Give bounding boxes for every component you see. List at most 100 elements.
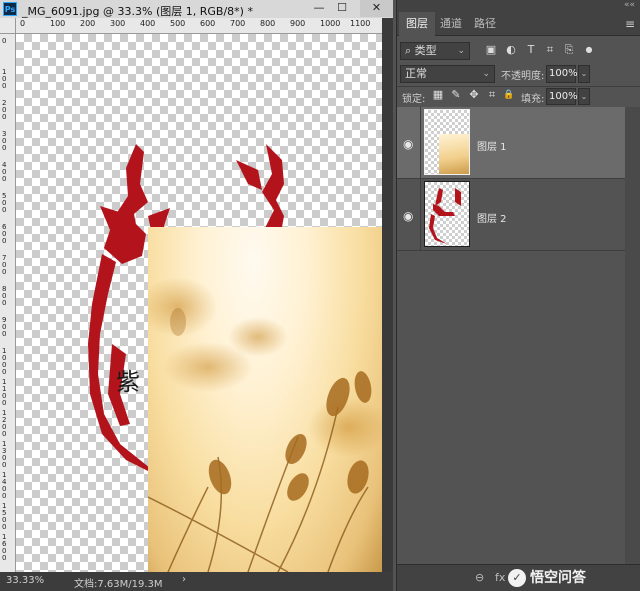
vertical-ruler[interactable]: 0 100 200 300 400 500 600 700 800 900 1000 1100 1200…: [0, 34, 16, 572]
thumbnail-calligraphy: [429, 188, 461, 244]
thumb-stroke-2: [455, 188, 461, 206]
lock-move-icon[interactable]: ✥: [467, 88, 481, 102]
tab-channels[interactable]: 通道: [433, 12, 469, 36]
lock-transparent-icon[interactable]: ▦: [431, 88, 445, 102]
document-canvas[interactable]: 紫: [16, 34, 382, 572]
bokeh-blob-4: [308, 397, 382, 457]
ruler-tick-label: 200: [80, 19, 96, 28]
ruler-tick-label: 500: [2, 192, 7, 214]
layer-row-1[interactable]: ◉ 图层 1: [397, 107, 625, 179]
ruler-tick-label: 100: [50, 19, 66, 28]
grass-seedhead-1: [208, 459, 232, 495]
ruler-tick-label: 500: [170, 19, 186, 28]
ruler-tick-label: 1300: [2, 440, 7, 469]
canvas-character: 紫: [116, 368, 140, 396]
grass-seedhead-5: [287, 473, 309, 501]
grass-seedhead-blur: [170, 308, 186, 336]
layer-list-scrollbar[interactable]: [625, 107, 640, 567]
lock-all-icon[interactable]: 🔒: [502, 88, 516, 102]
photoshop-window: Ps _MG_6091.jpg @ 33.3% (图层 1, RGB/8*) *…: [0, 0, 640, 591]
ruler-tick-label: 1000: [320, 19, 341, 28]
minimize-button[interactable]: —: [308, 0, 330, 17]
ruler-origin[interactable]: [0, 18, 16, 34]
layer-2-thumbnail: [424, 181, 470, 247]
status-bar: 33.33% 文档:7.63M/19.3M ›: [0, 572, 393, 591]
ruler-tick-label: 700: [2, 254, 7, 276]
stroke-left-cluster: [100, 206, 146, 264]
grass-seedhead-6: [347, 460, 369, 494]
vertical-scrollbar[interactable]: [382, 18, 393, 572]
chevron-down-icon: ⌄: [457, 46, 465, 56]
status-menu-arrow-icon[interactable]: ›: [182, 574, 186, 585]
tab-paths[interactable]: 路径: [467, 12, 503, 36]
maximize-button[interactable]: ☐: [331, 0, 353, 17]
ruler-tick-label: 1200: [2, 409, 7, 438]
panel-menu-icon[interactable]: ≡: [625, 17, 635, 31]
collapse-panel-icon[interactable]: ««: [624, 0, 635, 10]
ruler-tick-label: 900: [2, 316, 7, 338]
layer-list: ◉ 图层 1 ◉ 图层 2: [397, 107, 625, 567]
visibility-eye-icon[interactable]: ◉: [403, 209, 413, 223]
image-filter-icon[interactable]: ▣: [483, 42, 499, 58]
ruler-tick-label: 1100: [350, 19, 371, 28]
ruler-tick-label: 600: [2, 223, 7, 245]
opacity-input[interactable]: 100%: [546, 65, 578, 83]
document-title: _MG_6091.jpg @ 33.3% (图层 1, RGB/8*) *: [22, 5, 253, 18]
fill-input[interactable]: 100%: [546, 88, 578, 105]
ruler-tick-label: 300: [110, 19, 126, 28]
ruler-tick-label: 200: [2, 99, 7, 121]
layers-panel: «« 图层 通道 路径 ≡ ⌕ 类型 ⌄ ▣ ◐ T ⌗ ⎘ ● 正常 ⌄ 不透…: [396, 0, 640, 591]
thumb-stroke-3: [433, 204, 455, 216]
filter-type-label: 类型: [414, 44, 437, 57]
ruler-tick-label: 800: [2, 285, 7, 307]
thumbnail-photo: [439, 134, 469, 174]
layer-name[interactable]: 图层 2: [477, 210, 507, 225]
lock-artboard-icon[interactable]: ⌗: [485, 88, 499, 102]
fx-icon[interactable]: fx: [495, 571, 505, 584]
document-size-info: 文档:7.63M/19.3M: [74, 579, 163, 590]
blend-mode-dropdown[interactable]: 正常 ⌄: [400, 65, 495, 83]
adjustment-filter-icon[interactable]: ◐: [503, 42, 519, 58]
visibility-eye-icon[interactable]: ◉: [403, 137, 413, 151]
tab-layers[interactable]: 图层: [399, 12, 435, 36]
grass-stem-5: [327, 486, 369, 572]
fill-label: 填充:: [521, 94, 545, 105]
ruler-tick-label: 400: [2, 161, 7, 183]
layer-row-2[interactable]: ◉ 图层 2: [397, 179, 625, 251]
grass-photo-art: [148, 277, 382, 572]
filter-toggle-icon[interactable]: ●: [581, 42, 597, 58]
bokeh-blob-3: [228, 317, 288, 357]
ruler-tick-label: 1100: [2, 378, 7, 407]
opacity-chevron-icon[interactable]: ⌄: [578, 65, 590, 83]
ruler-tick-label: 700: [230, 19, 246, 28]
close-button[interactable]: ✕: [360, 0, 393, 17]
type-filter-icon[interactable]: T: [523, 42, 539, 58]
ruler-tick-label: 300: [2, 130, 7, 152]
lock-label: 锁定:: [402, 94, 426, 105]
ruler-tick-label: 800: [260, 19, 276, 28]
document-title-bar[interactable]: Ps _MG_6091.jpg @ 33.3% (图层 1, RGB/8*) *…: [0, 0, 393, 18]
ruler-tick-label: 0: [2, 37, 7, 45]
search-icon: ⌕: [405, 44, 412, 57]
ruler-tick-label: 100: [2, 68, 7, 90]
chevron-down-icon: ⌄: [482, 69, 490, 79]
thumb-stroke-1: [435, 188, 443, 206]
shape-filter-icon[interactable]: ⌗: [542, 42, 558, 58]
layer-name[interactable]: 图层 1: [477, 138, 507, 153]
divider: [420, 179, 421, 251]
lock-paint-icon[interactable]: ✎: [449, 88, 463, 102]
layer-filter-dropdown[interactable]: ⌕ 类型 ⌄: [400, 42, 470, 60]
ruler-tick-label: 600: [200, 19, 216, 28]
link-layers-icon[interactable]: ⊖: [475, 571, 484, 584]
zoom-level[interactable]: 33.33%: [6, 575, 44, 586]
fill-chevron-icon[interactable]: ⌄: [578, 88, 590, 105]
opacity-label: 不透明度:: [501, 71, 545, 82]
ruler-tick-label: 0: [20, 19, 26, 28]
horizontal-ruler[interactable]: 0 100 200 300 400 500 600 700 800 900 1000 1100: [16, 18, 382, 34]
panel-bottom-toolbar: ⊖ fx ✓ 悟空问答: [397, 564, 640, 591]
ruler-tick-label: 1000: [2, 347, 7, 376]
photoshop-logo-icon: Ps: [3, 2, 17, 16]
panel-header-strip: ««: [397, 0, 640, 12]
ruler-tick-label: 400: [140, 19, 156, 28]
smart-object-filter-icon[interactable]: ⎘: [561, 42, 577, 58]
